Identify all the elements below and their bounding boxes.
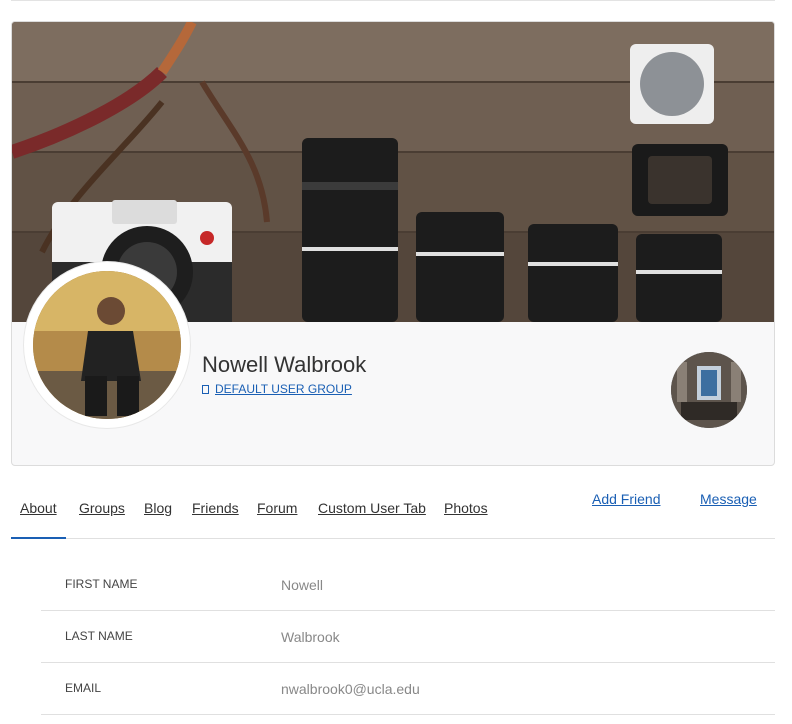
- message-link[interactable]: Message: [700, 491, 757, 507]
- about-details: FIRST NAME Nowell LAST NAME Walbrook EMA…: [41, 559, 775, 715]
- add-friend-link[interactable]: Add Friend: [592, 491, 660, 507]
- detail-row-first-name: FIRST NAME Nowell: [41, 559, 775, 611]
- avatar[interactable]: [33, 271, 181, 419]
- tab-friends[interactable]: Friends: [192, 500, 239, 516]
- last-name-value: Walbrook: [281, 629, 340, 645]
- top-divider: [11, 0, 775, 1]
- tab-groups[interactable]: Groups: [79, 500, 125, 516]
- secondary-photo-thumbnail[interactable]: [671, 352, 747, 428]
- tab-about[interactable]: About: [11, 500, 66, 539]
- thumbnail-illustration: [671, 352, 747, 428]
- email-value: nwalbrook0@ucla.edu: [281, 681, 420, 697]
- email-label: EMAIL: [65, 681, 102, 695]
- detail-row-email: EMAIL nwalbrook0@ucla.edu: [41, 663, 775, 715]
- user-group-link[interactable]: DEFAULT USER GROUP: [202, 382, 352, 396]
- last-name-label: LAST NAME: [65, 629, 133, 643]
- first-name-label: FIRST NAME: [65, 577, 138, 591]
- user-group-label: DEFAULT USER GROUP: [215, 382, 352, 396]
- profile-name: Nowell Walbrook: [202, 352, 367, 377]
- tab-photos[interactable]: Photos: [444, 500, 488, 516]
- profile-tabs: About Groups Blog Friends Forum Custom U…: [11, 476, 775, 539]
- first-name-value: Nowell: [281, 577, 324, 593]
- tab-blog[interactable]: Blog: [144, 500, 172, 516]
- profile-card: Nowell Walbrook DEFAULT USER GROUP: [11, 21, 775, 466]
- tab-custom-user-tab[interactable]: Custom User Tab: [318, 500, 426, 516]
- document-icon: [202, 384, 209, 394]
- avatar-ring: [24, 262, 190, 428]
- avatar-illustration: [33, 271, 181, 419]
- detail-row-last-name: LAST NAME Walbrook: [41, 611, 775, 663]
- tab-forum[interactable]: Forum: [257, 500, 297, 516]
